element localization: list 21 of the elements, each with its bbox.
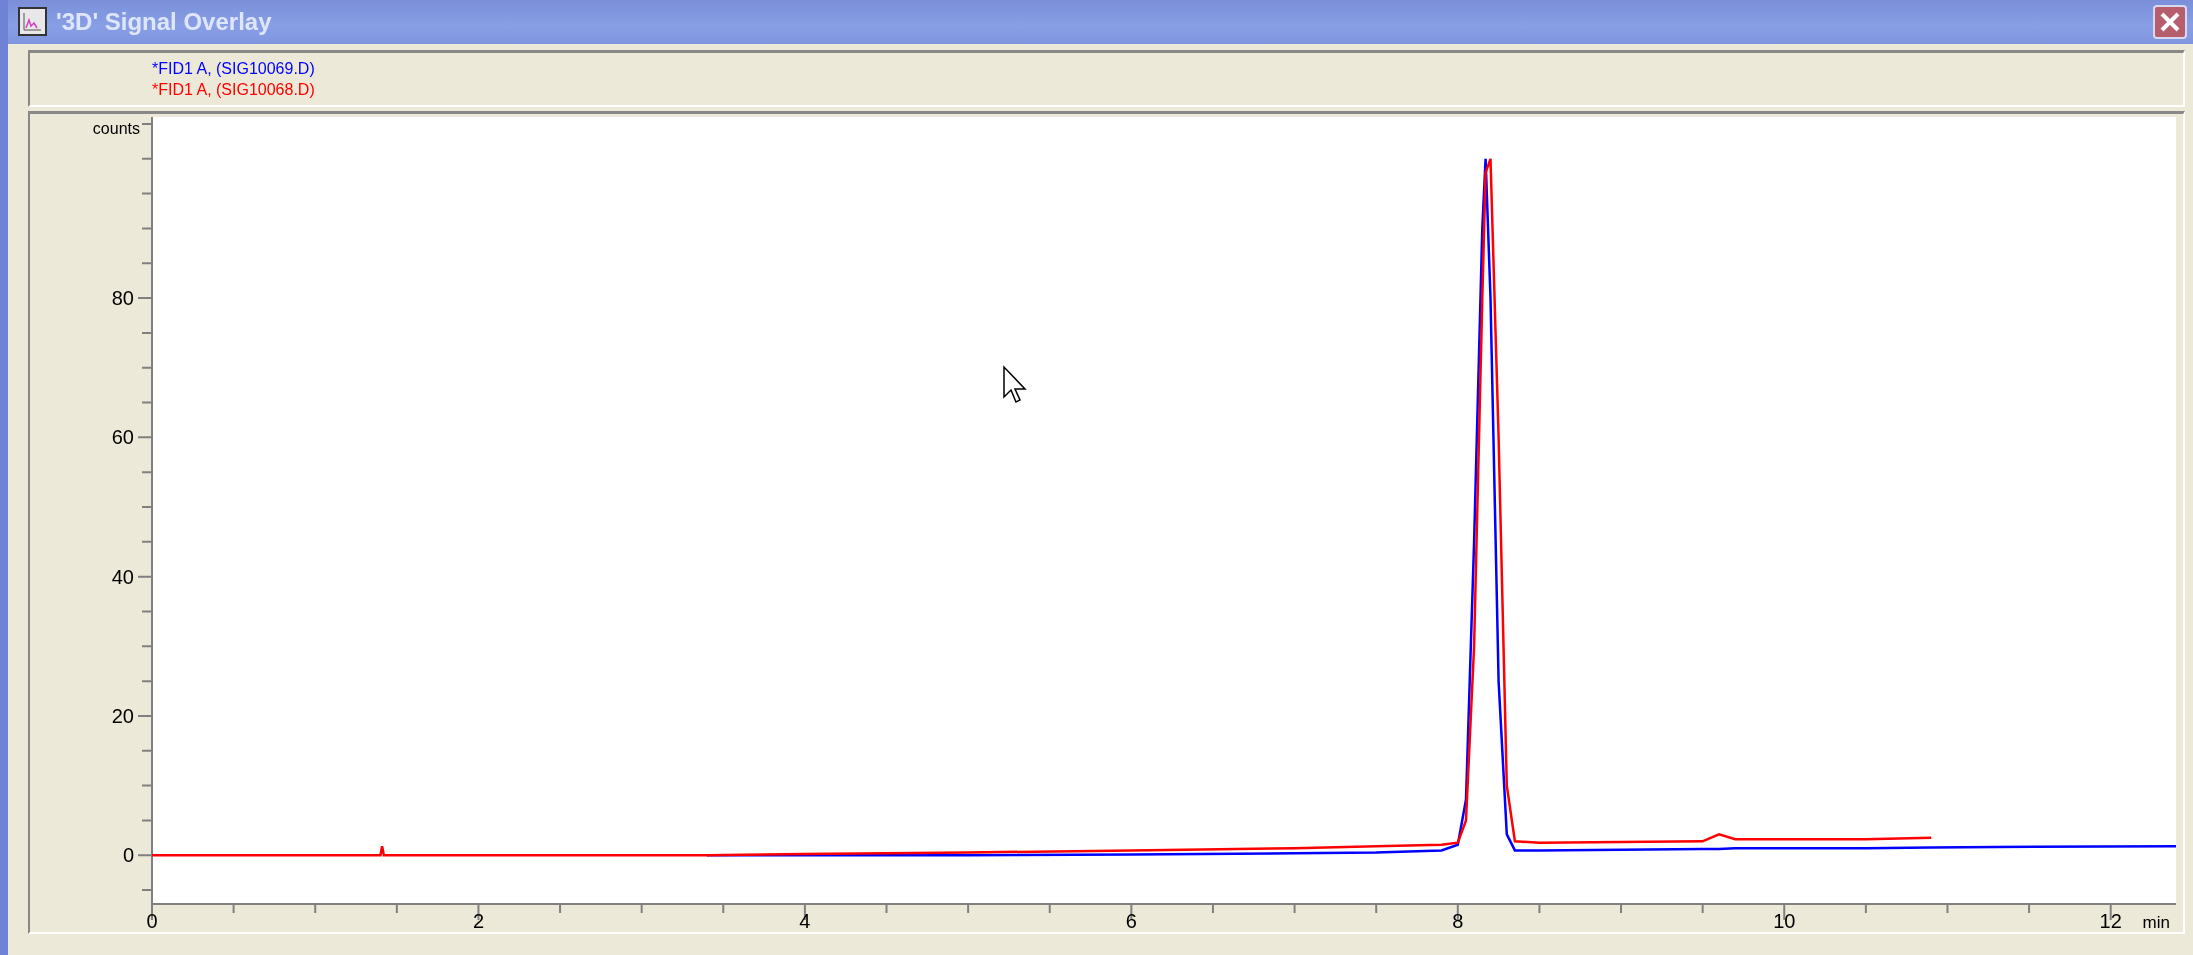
x-tick-label: 0 xyxy=(146,910,158,932)
x-tick-label: 4 xyxy=(799,910,811,932)
y-tick-label: 20 xyxy=(111,704,134,727)
y-axis-label: counts xyxy=(92,120,140,137)
x-tick-label: 10 xyxy=(1773,910,1796,932)
y-tick-label: 40 xyxy=(111,565,134,588)
y-tick-label: 80 xyxy=(111,287,134,310)
y-tick-label: 0 xyxy=(122,844,134,867)
window-title: '3D' Signal Overlay xyxy=(56,8,273,36)
legend-entry: *FID1 A, (SIG10068.D) xyxy=(152,80,316,99)
x-tick-label: 12 xyxy=(2099,910,2122,932)
close-button[interactable] xyxy=(2153,5,2187,39)
close-icon xyxy=(2159,11,2181,33)
mouse-pointer-icon xyxy=(1003,365,1027,404)
x-tick-label: 2 xyxy=(472,910,484,932)
x-axis-label: min xyxy=(2142,913,2170,932)
x-tick-label: 6 xyxy=(1125,910,1137,932)
legend-entry: *FID1 A, (SIG10069.D) xyxy=(152,59,316,78)
x-tick-label: 8 xyxy=(1452,910,1464,932)
y-tick-label: 60 xyxy=(111,426,134,449)
chart-window-icon xyxy=(18,7,48,37)
